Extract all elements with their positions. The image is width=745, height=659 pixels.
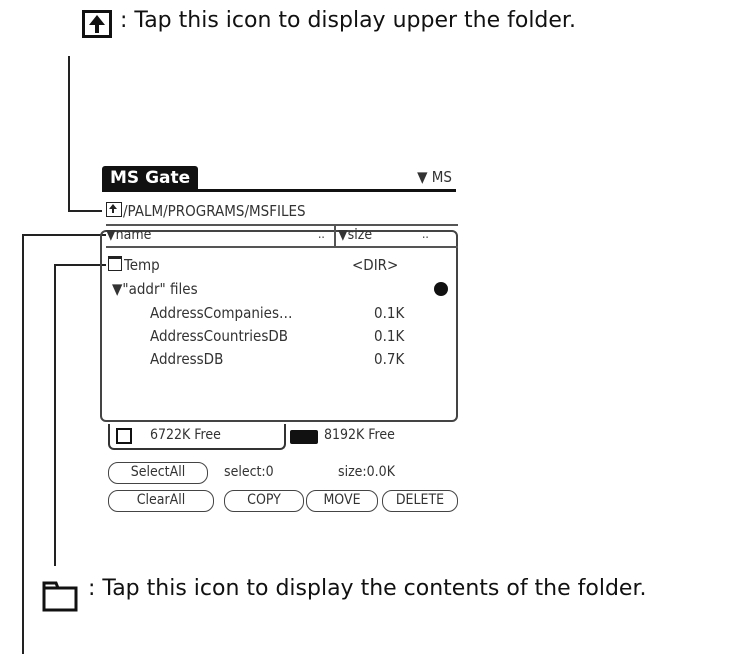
list-item[interactable]: AddressCompanies… — [150, 304, 293, 322]
card-storage-tab[interactable]: 8192K Free — [284, 424, 458, 450]
memory-stick-icon — [290, 430, 318, 444]
current-path: /PALM/PROGRAMS/MSFILES — [123, 202, 306, 220]
media-select-menu[interactable]: ▼ MS — [417, 168, 452, 186]
clear-all-button[interactable]: ClearAll — [108, 490, 214, 512]
name-column-header[interactable]: ▼name — [106, 227, 151, 243]
app-title: MS Gate — [102, 166, 199, 190]
list-item-size: 0.7K — [374, 350, 405, 368]
card-free: 8192K Free — [324, 427, 395, 443]
size-total: size:0.0K — [338, 464, 395, 480]
title-underline — [102, 189, 456, 192]
up-folder-caption: : Tap this icon to display upper the fol… — [120, 8, 576, 33]
column-header: ▼name .. ▼size .. — [106, 224, 458, 248]
list-item-size: <DIR> — [352, 256, 399, 274]
delete-button[interactable]: DELETE — [382, 490, 458, 512]
column-divider — [334, 226, 336, 246]
leader-line-name-vertical — [22, 234, 24, 654]
copy-button[interactable]: COPY — [224, 490, 304, 512]
leader-line-up-vertical — [68, 56, 70, 212]
handheld-storage-tab[interactable]: 6722K Free — [108, 424, 286, 450]
leader-line-up-horizontal — [68, 210, 102, 212]
move-button[interactable]: MOVE — [306, 490, 378, 512]
size-column-more[interactable]: .. — [422, 227, 429, 241]
leader-line-name-horizontal — [22, 234, 106, 236]
name-column-more[interactable]: .. — [318, 227, 325, 241]
list-item[interactable]: AddressCountriesDB — [150, 327, 288, 345]
up-folder-icon-callout — [82, 10, 112, 38]
handheld-free: 6722K Free — [150, 427, 221, 443]
handheld-icon — [116, 428, 132, 444]
folder-caption: : Tap this icon to display the contents … — [88, 576, 647, 601]
list-item[interactable]: Temp — [108, 256, 160, 274]
folder-icon-callout — [42, 581, 78, 612]
list-item-size: 0.1K — [374, 304, 405, 322]
folder-icon[interactable] — [108, 256, 122, 271]
list-item[interactable]: AddressDB — [150, 350, 223, 368]
ms-gate-window: MS Gate ▼ MS /PALM/PROGRAMS/MSFILES ▼nam… — [98, 162, 460, 522]
size-column-header[interactable]: ▼size — [338, 227, 372, 243]
select-all-button[interactable]: SelectAll — [108, 462, 208, 484]
list-item[interactable]: ▼"addr" files — [112, 280, 198, 298]
select-count: select:0 — [224, 464, 274, 480]
leader-line-folder-vertical — [54, 264, 56, 566]
list-item-size: 0.1K — [374, 327, 405, 345]
up-folder-icon[interactable] — [106, 202, 122, 217]
path-bar: /PALM/PROGRAMS/MSFILES — [106, 202, 306, 220]
lock-icon — [434, 282, 448, 296]
